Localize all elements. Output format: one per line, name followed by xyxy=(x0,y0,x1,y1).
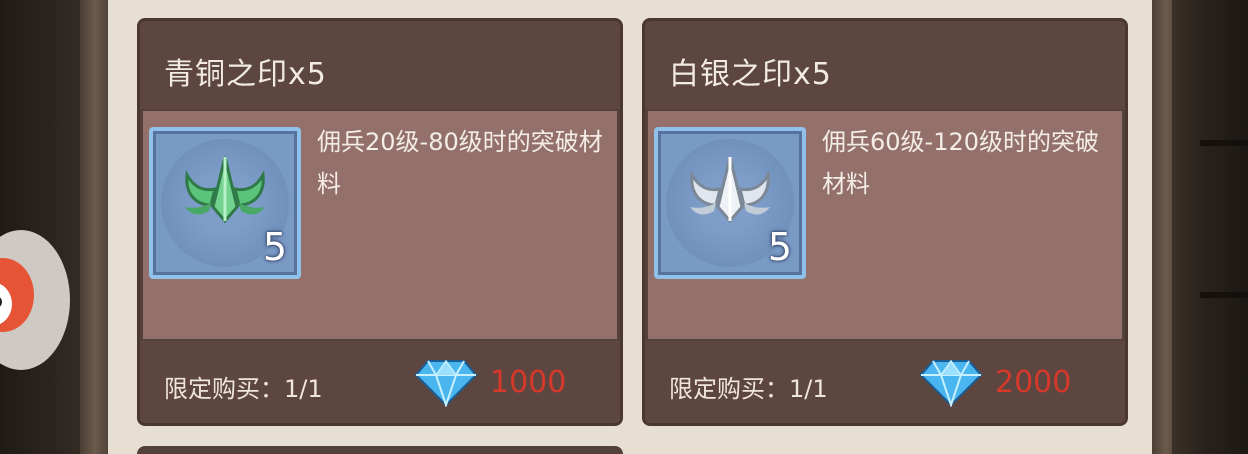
purchase-limit: 限定购买：1/1 xyxy=(164,375,323,403)
item-slot[interactable]: 5 xyxy=(149,127,301,279)
purchase-limit: 限定购买：1/1 xyxy=(669,375,828,403)
item-title: 白银之印x5 xyxy=(669,57,832,92)
shop-item-card[interactable]: 青铜之印x5 5 佣兵20级-80级时的突破材料 限定购买：1/1 1000 xyxy=(137,18,623,426)
shop-item-card[interactable]: 白银之印x5 5 佣兵60级-120级时的突破材料 限定购买：1/1 2000 xyxy=(642,18,1128,426)
card-body: 5 佣兵20级-80级时的突破材料 xyxy=(143,111,617,339)
card-body: 5 佣兵60级-120级时的突破材料 xyxy=(648,111,1122,339)
bronze-seal-icon xyxy=(185,156,265,224)
card-footer: 限定购买：1/1 1000 xyxy=(140,341,620,423)
diamond-icon xyxy=(919,359,983,407)
card-header: 青铜之印x5 xyxy=(140,21,620,109)
card-header: 白银之印x5 xyxy=(645,21,1125,109)
price-label: 2000 xyxy=(995,365,1072,400)
item-title: 青铜之印x5 xyxy=(164,57,327,92)
silver-seal-icon xyxy=(690,156,770,224)
item-count: 5 xyxy=(262,225,287,269)
item-count: 5 xyxy=(767,225,792,269)
card-footer: 限定购买：1/1 2000 xyxy=(645,341,1125,423)
price-label: 1000 xyxy=(490,365,567,400)
shop-item-card-partial[interactable] xyxy=(137,446,623,454)
frame-left xyxy=(80,0,110,454)
item-description: 佣兵60级-120级时的突破材料 xyxy=(822,128,1100,198)
background-right xyxy=(1172,0,1248,454)
item-slot[interactable]: 5 xyxy=(654,127,806,279)
item-description: 佣兵20级-80级时的突破材料 xyxy=(317,128,603,198)
diamond-icon xyxy=(414,359,478,407)
